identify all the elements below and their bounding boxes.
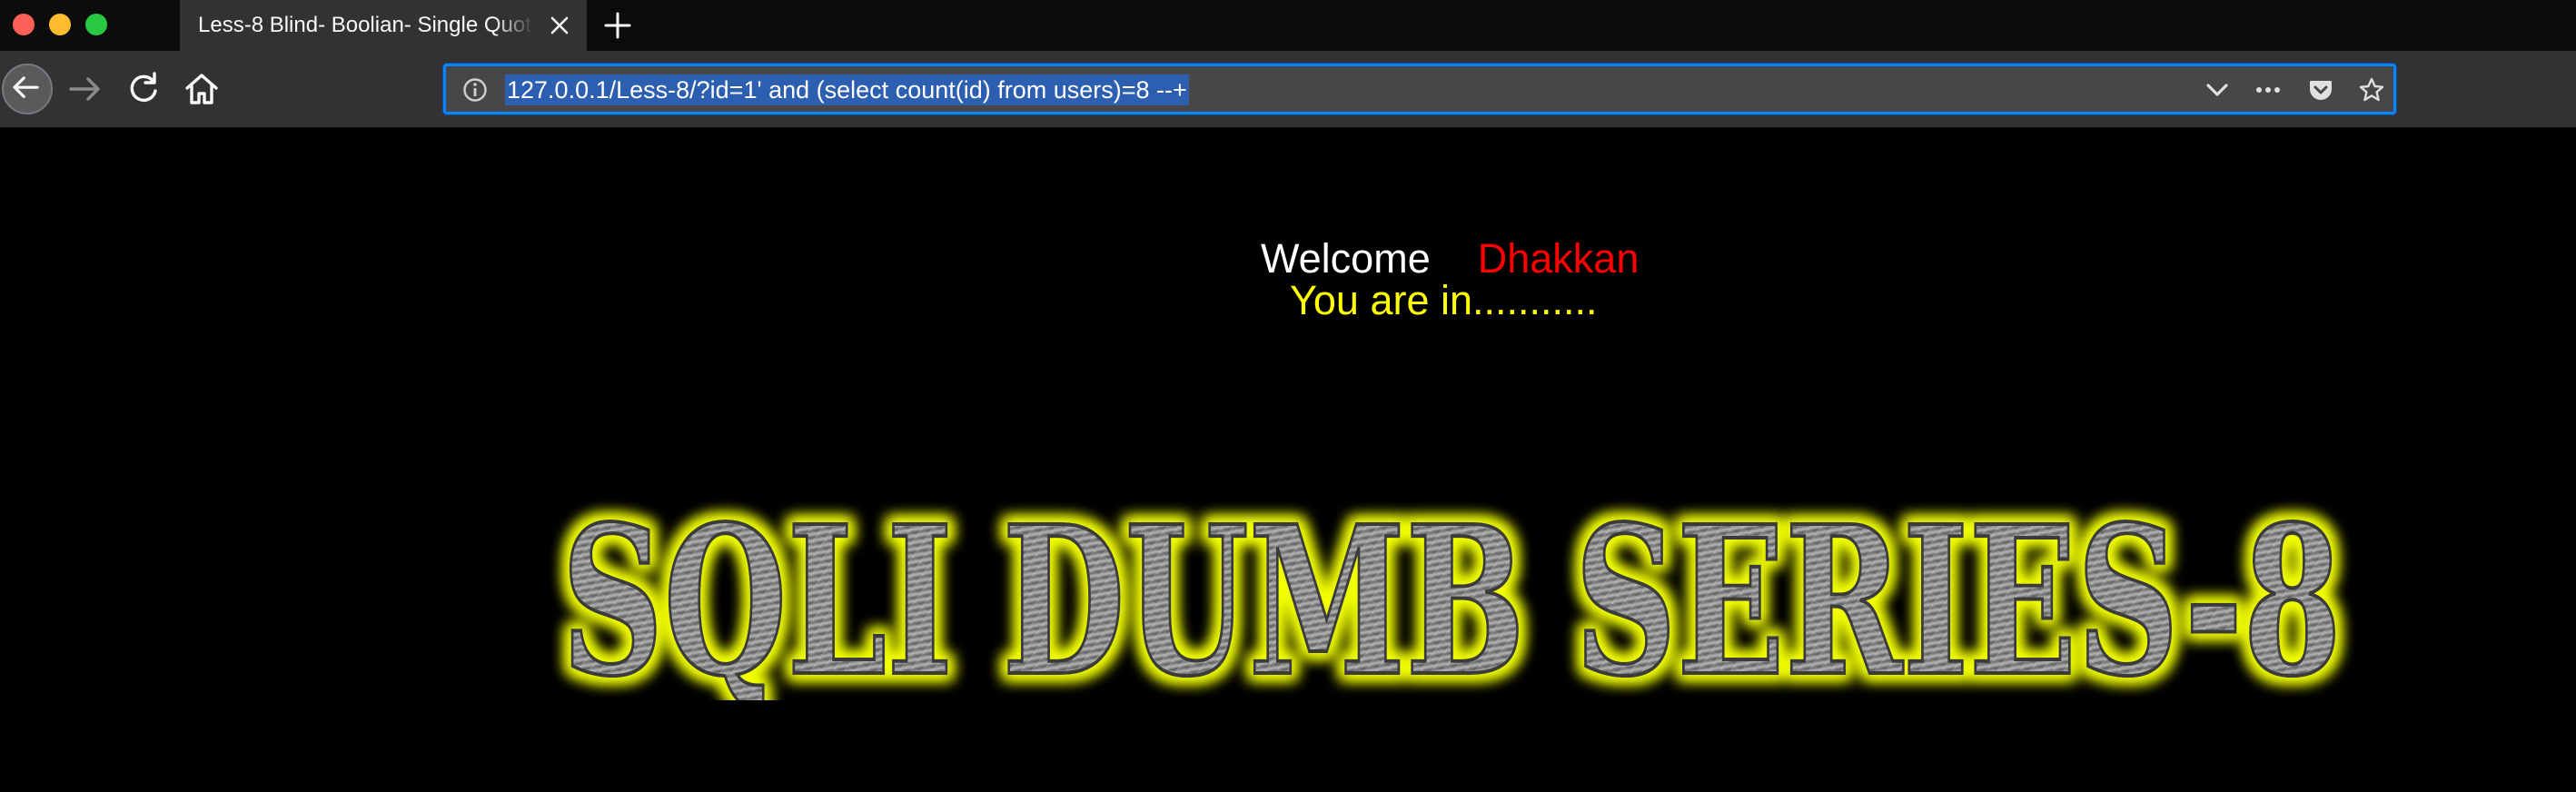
window-close-button[interactable] bbox=[13, 14, 35, 35]
url-input[interactable]: 127.0.0.1/Less-8/?id=1' and (select coun… bbox=[505, 74, 1189, 105]
forward-arrow-icon[interactable] bbox=[65, 69, 105, 109]
info-icon[interactable] bbox=[462, 77, 488, 103]
window-minimize-button[interactable] bbox=[49, 14, 71, 35]
back-button[interactable] bbox=[2, 64, 53, 114]
tab-strip: Less-8 Blind- Boolian- Single Quotes- St… bbox=[0, 0, 2576, 51]
chevron-down-icon[interactable] bbox=[2204, 77, 2230, 103]
welcome-line: Welcome Dhakkan bbox=[1261, 235, 1639, 282]
address-bar[interactable]: 127.0.0.1/Less-8/?id=1' and (select coun… bbox=[443, 64, 2396, 114]
user-name: Dhakkan bbox=[1477, 235, 1640, 282]
pocket-icon[interactable] bbox=[2308, 77, 2333, 103]
navigation-toolbar: 127.0.0.1/Less-8/?id=1' and (select coun… bbox=[0, 51, 2576, 128]
tab-title: Less-8 Blind- Boolian- Single Quotes- St… bbox=[198, 13, 534, 37]
welcome-text: Welcome bbox=[1261, 235, 1431, 282]
window-maximize-button[interactable] bbox=[85, 14, 107, 35]
active-tab[interactable]: Less-8 Blind- Boolian- Single Quotes- St… bbox=[180, 0, 587, 51]
plus-icon[interactable] bbox=[603, 11, 632, 40]
close-icon[interactable] bbox=[549, 15, 570, 36]
login-status: You are in........... bbox=[1290, 277, 1598, 323]
series-banner-image: SQLI DUMB SERIES-8 bbox=[560, 480, 2343, 700]
back-arrow-icon bbox=[13, 76, 39, 98]
star-icon[interactable] bbox=[2359, 77, 2384, 103]
more-dots-icon[interactable] bbox=[2255, 77, 2281, 103]
reload-icon[interactable] bbox=[124, 69, 163, 109]
home-icon[interactable] bbox=[182, 69, 222, 109]
page-content: Welcome Dhakkan You are in........... SQ… bbox=[0, 128, 2576, 792]
banner-title: SQLI DUMB SERIES-8 bbox=[561, 482, 2342, 700]
